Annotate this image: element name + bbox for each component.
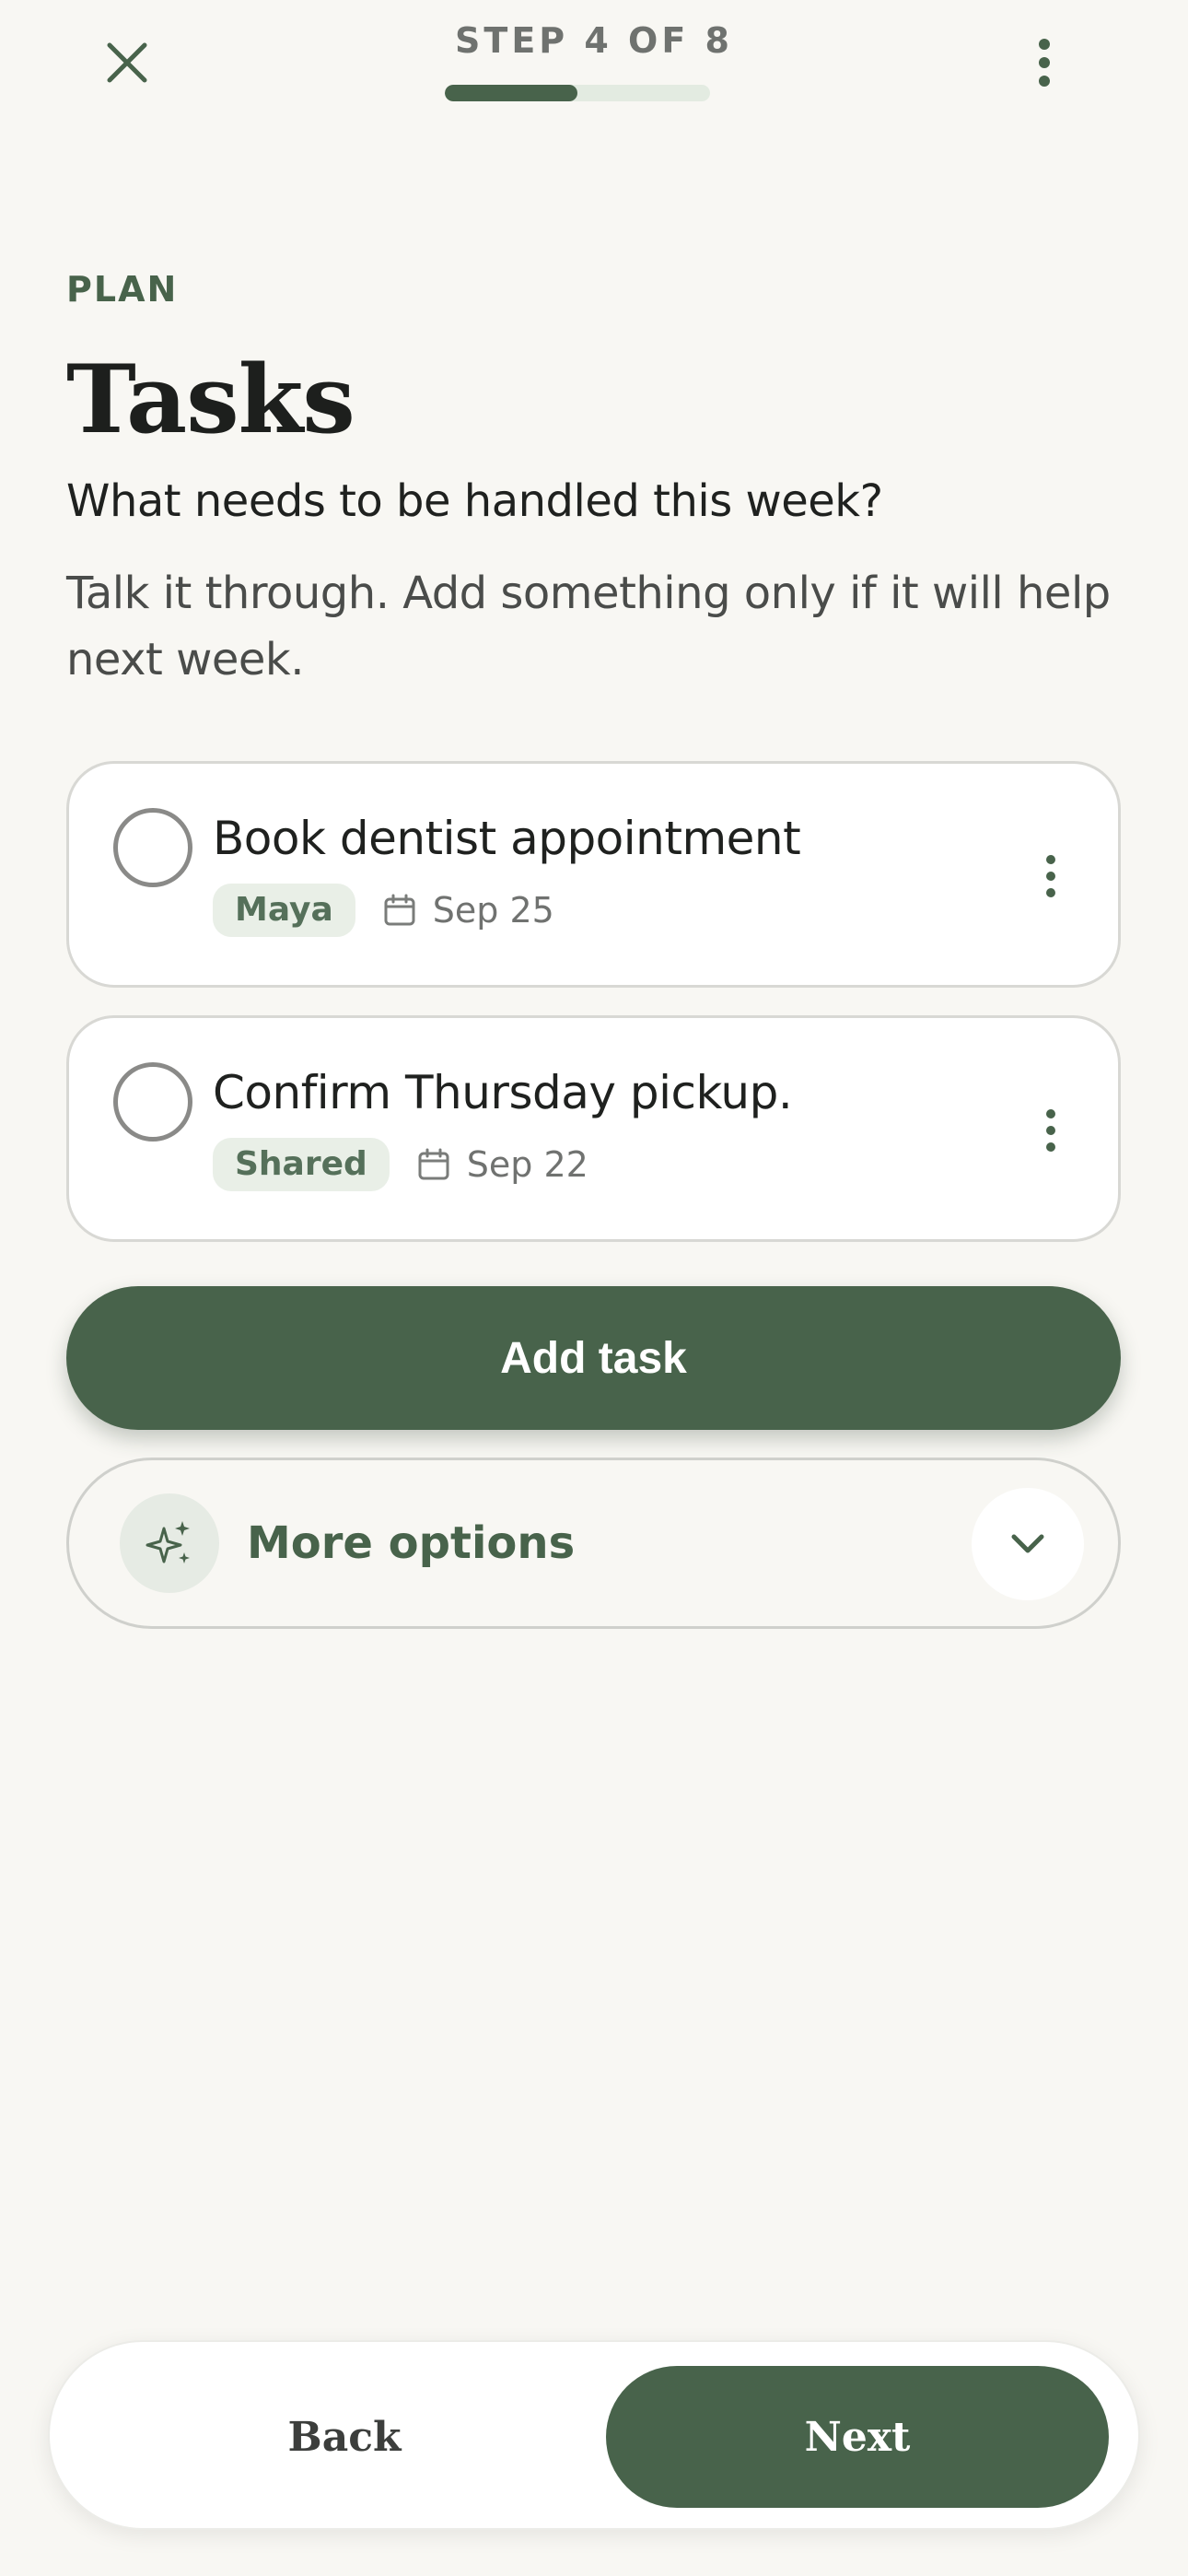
page-title: Tasks <box>66 345 355 455</box>
task-due-date: Sep 22 <box>466 1144 588 1185</box>
helper-text: Talk it through. Add something only if i… <box>66 568 1111 685</box>
task-title: Confirm Thursday pickup. <box>213 1066 793 1119</box>
assignee-chip[interactable]: Maya <box>213 884 355 937</box>
task-checkbox[interactable] <box>113 808 192 887</box>
next-button[interactable]: Next <box>606 2366 1109 2508</box>
more-options-toggle[interactable]: More options <box>66 1458 1121 1629</box>
assignee-chip[interactable]: Shared <box>213 1138 390 1191</box>
sparkle-icon <box>120 1493 219 1593</box>
more-vertical-icon <box>1039 39 1050 87</box>
task-menu-button[interactable] <box>1007 1086 1095 1175</box>
menu-button[interactable] <box>1009 28 1079 98</box>
task-card[interactable]: Confirm Thursday pickup. Shared Sep 22 <box>66 1015 1121 1242</box>
back-button[interactable]: Back <box>87 2370 602 2504</box>
calendar-icon <box>383 892 420 929</box>
chevron-down-icon <box>1011 1534 1044 1553</box>
task-card[interactable]: Book dentist appointment Maya Sep 25 <box>66 761 1121 988</box>
add-task-button[interactable]: Add task <box>66 1286 1121 1430</box>
bottom-navigation: Back Next <box>48 2340 1140 2530</box>
task-due-date: Sep 25 <box>432 890 554 931</box>
page-question: What needs to be handled this week? <box>66 475 883 527</box>
task-meta: Shared Sep 22 <box>213 1138 588 1191</box>
task-meta: Maya Sep 25 <box>213 884 554 937</box>
task-menu-button[interactable] <box>1007 832 1095 920</box>
task-checkbox[interactable] <box>113 1062 192 1142</box>
progress-bar <box>445 85 710 101</box>
more-options-label: More options <box>247 1517 576 1569</box>
expand-button[interactable] <box>972 1488 1084 1600</box>
more-vertical-icon <box>1046 855 1055 897</box>
tasks-screen: STEP 4 OF 8 PLAN Tasks What needs to be … <box>0 0 1188 2576</box>
calendar-icon <box>417 1146 454 1183</box>
progress-bar-fill <box>445 85 577 101</box>
task-title: Book dentist appointment <box>213 812 801 865</box>
section-eyebrow: PLAN <box>66 269 179 310</box>
more-vertical-icon <box>1046 1109 1055 1152</box>
